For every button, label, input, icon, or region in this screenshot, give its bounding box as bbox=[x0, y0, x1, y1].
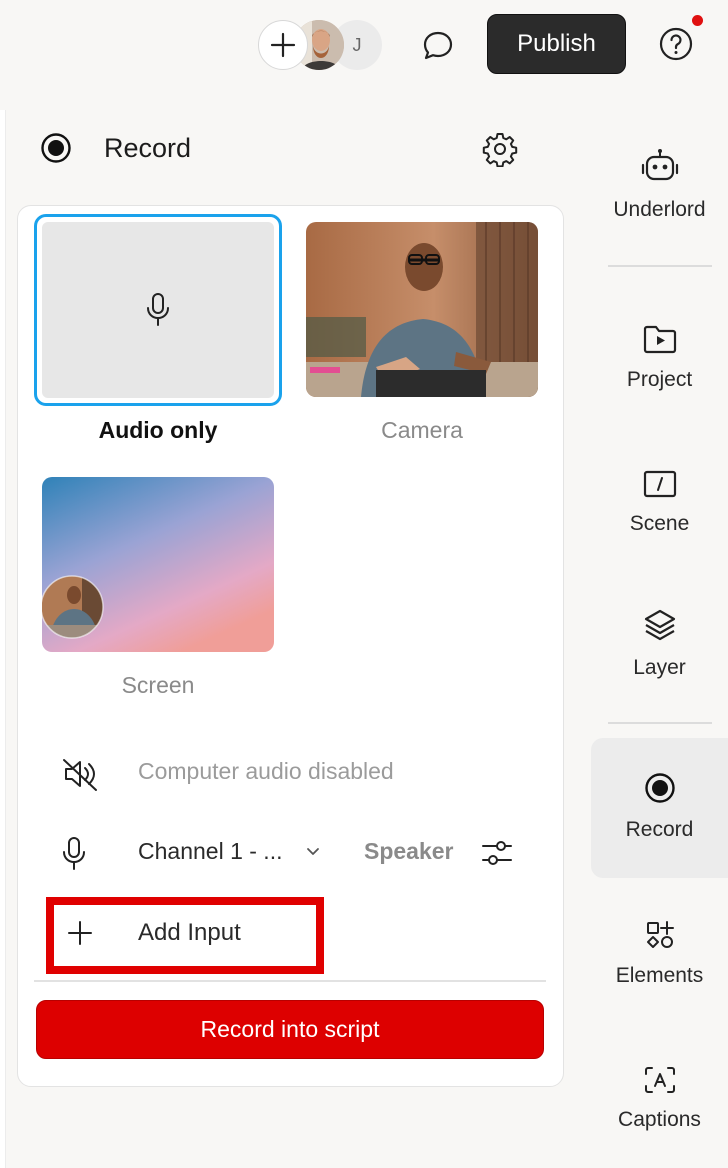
elements-icon bbox=[646, 921, 674, 948]
rail-item-project[interactable]: Project bbox=[591, 310, 728, 450]
rail-item-record[interactable]: Record bbox=[591, 738, 728, 878]
publish-button[interactable]: Publish bbox=[487, 14, 626, 74]
mic-input-row: Channel 1 - ... Speaker bbox=[60, 830, 530, 874]
record-into-script-button[interactable]: Record into script bbox=[36, 1000, 544, 1059]
microphone-icon bbox=[147, 293, 169, 326]
add-input-label: Add Input bbox=[138, 919, 241, 946]
speaker-muted-icon bbox=[63, 759, 97, 791]
left-panel-edge bbox=[0, 110, 6, 1168]
rail-divider bbox=[608, 722, 712, 724]
source-screen-tile[interactable] bbox=[42, 477, 274, 652]
avatar-initial-text: J bbox=[352, 34, 362, 55]
captions-icon bbox=[644, 1067, 675, 1093]
rail-item-scene[interactable]: Scene bbox=[591, 454, 728, 594]
divider bbox=[34, 980, 546, 982]
comment-button[interactable] bbox=[418, 26, 458, 66]
rail-item-label: Scene bbox=[629, 512, 690, 535]
audio-only-preview bbox=[42, 222, 274, 398]
help-icon bbox=[659, 27, 693, 61]
microphone-icon bbox=[63, 837, 85, 870]
rail-divider bbox=[608, 265, 712, 267]
speaker-label: Speaker bbox=[364, 838, 454, 864]
screen-preview-image bbox=[42, 477, 274, 652]
camera-preview-image bbox=[306, 222, 538, 397]
sliders-icon[interactable] bbox=[480, 836, 514, 870]
plus-icon bbox=[270, 32, 296, 58]
rail-item-layer[interactable]: Layer bbox=[591, 598, 728, 738]
notification-dot bbox=[692, 15, 703, 26]
rail-item-label: Captions bbox=[618, 1108, 701, 1131]
comment-icon bbox=[423, 31, 453, 60]
source-audio-only-label[interactable]: Audio only bbox=[42, 417, 274, 444]
source-screen-label[interactable]: Screen bbox=[42, 672, 274, 699]
source-camera-label[interactable]: Camera bbox=[306, 417, 538, 444]
rail-item-underlord[interactable]: Underlord bbox=[591, 140, 728, 280]
record-icon bbox=[644, 773, 675, 803]
record-icon bbox=[41, 133, 71, 163]
scene-icon bbox=[643, 470, 676, 498]
rail-item-label: Project bbox=[626, 368, 693, 391]
gear-icon[interactable] bbox=[482, 131, 518, 167]
rail-item-label: Layer bbox=[633, 656, 686, 679]
computer-audio-row[interactable]: Computer audio disabled bbox=[60, 750, 530, 794]
rail-item-label: Underlord bbox=[613, 198, 706, 221]
rail-item-captions[interactable]: Captions bbox=[591, 1044, 728, 1168]
chevron-down-icon[interactable] bbox=[304, 842, 322, 860]
computer-audio-status: Computer audio disabled bbox=[138, 758, 394, 784]
channel-select[interactable]: Channel 1 - ... bbox=[138, 838, 282, 865]
project-icon bbox=[643, 325, 676, 354]
help-button[interactable] bbox=[656, 24, 696, 64]
rail-item-label: Elements bbox=[615, 964, 704, 987]
rail-item-elements[interactable]: Elements bbox=[591, 900, 728, 1040]
layers-icon bbox=[644, 609, 675, 641]
rail-item-label: Record bbox=[625, 818, 694, 841]
source-audio-only-tile[interactable] bbox=[34, 214, 282, 406]
plus-icon bbox=[68, 921, 92, 945]
add-collaborator-button[interactable] bbox=[258, 20, 308, 70]
add-input-button[interactable]: Add Input bbox=[46, 897, 324, 974]
panel-header: Record bbox=[40, 128, 530, 170]
source-camera-tile[interactable] bbox=[306, 222, 538, 397]
robot-icon bbox=[641, 149, 678, 181]
page-title: Record bbox=[104, 133, 192, 163]
